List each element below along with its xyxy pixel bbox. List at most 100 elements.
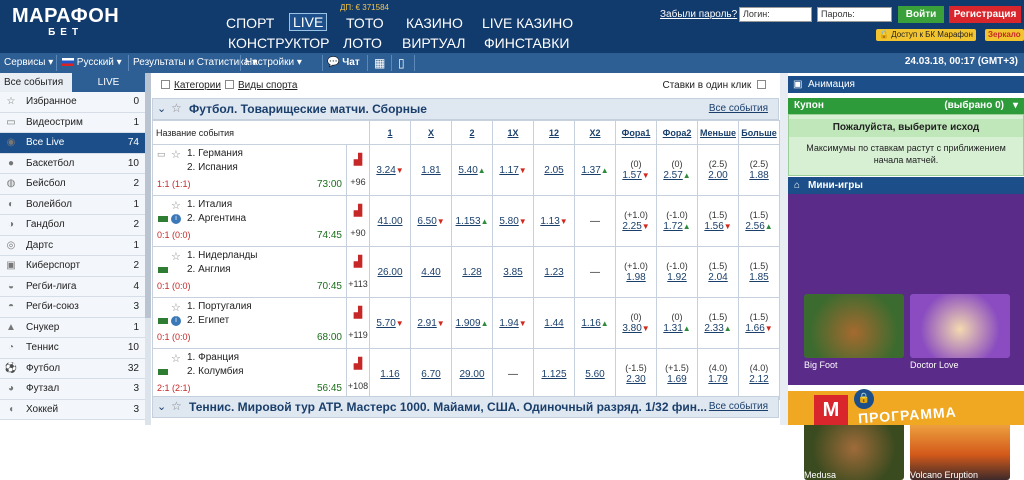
odds-cell[interactable]: (0) 3.80▼ [615, 297, 658, 349]
odds-cell[interactable]: 1.125 [533, 348, 576, 400]
star-icon[interactable]: ☆ [171, 250, 181, 263]
tab-live[interactable]: LIVE [72, 73, 145, 92]
col-handicap2[interactable]: Фора2 [656, 120, 699, 145]
odds-value[interactable]: 2.91 [417, 318, 436, 329]
sidebar-item[interactable]: ◉ Все Live 74 [0, 133, 145, 154]
odds-value[interactable]: 1.16 [581, 318, 600, 329]
odds-cell[interactable]: (2.5) 1.88 [738, 144, 781, 196]
odds-cell[interactable]: 3.85 [492, 246, 535, 298]
odds-cell[interactable]: 4.40 [410, 246, 453, 298]
odds-cell[interactable]: 5.60 [574, 348, 617, 400]
more-markets[interactable]: +96 [350, 177, 365, 187]
settings-menu[interactable]: Настройки ▾ [245, 56, 302, 70]
nav-live-casino[interactable]: LIVE КАЗИНО [482, 15, 573, 31]
odds-value[interactable]: 2.05 [544, 165, 563, 176]
odds-value[interactable]: 1.37 [581, 165, 600, 176]
sidebar-item[interactable]: ◎ Дартс 1 [0, 235, 145, 256]
sidebar-item[interactable]: ● Баскетбол 10 [0, 153, 145, 174]
team-home[interactable]: 1. Германия [187, 148, 243, 159]
odds-cell[interactable]: (-1.5) 2.30 [615, 348, 658, 400]
sidebar-item[interactable]: ◍ Бейсбол 2 [0, 174, 145, 195]
odds-value[interactable]: 1.57 [622, 170, 641, 181]
odds-cell[interactable]: 6.50▼ [410, 195, 453, 247]
sidebar-item[interactable]: ◐ Волейбол 1 [0, 194, 145, 215]
odds-cell[interactable]: (1.5) 2.33▲ [697, 297, 740, 349]
odds-cell[interactable]: 1.16 [369, 348, 412, 400]
odds-value[interactable]: 4.40 [421, 267, 440, 278]
odds-cell[interactable]: (1.5) 2.56▲ [738, 195, 781, 247]
odds-value[interactable]: 6.50 [417, 216, 436, 227]
nav-virtual[interactable]: ВИРТУАЛ [402, 35, 465, 51]
odds-value[interactable]: 5.70 [376, 318, 395, 329]
odds-cell[interactable]: 2.05 [533, 144, 576, 196]
nav-live[interactable]: LIVE [289, 13, 328, 31]
odds-cell[interactable]: 1.13▼ [533, 195, 576, 247]
stats-cell[interactable]: ▟ +96 [345, 144, 371, 196]
login-button[interactable]: Войти [898, 6, 944, 23]
info-icon[interactable]: i [171, 214, 181, 224]
odds-value[interactable]: 2.57 [663, 170, 682, 181]
odds-value[interactable]: 5.80 [499, 216, 518, 227]
odds-value[interactable]: 1.88 [749, 170, 768, 181]
more-markets[interactable]: +113 [348, 279, 368, 289]
nav-constructor[interactable]: КОНСТРУКТОР [228, 35, 329, 51]
login-input[interactable]: Логин: [739, 7, 812, 22]
results-menu[interactable]: Результаты и Статистика ▾ [133, 56, 257, 70]
services-menu[interactable]: Сервисы ▾ [4, 56, 53, 70]
odds-value[interactable]: 1.125 [542, 369, 567, 380]
odds-value[interactable]: 2.56 [745, 221, 764, 232]
mini-games-header[interactable]: ⌂ Мини-игры [788, 177, 1024, 194]
odds-value[interactable]: 1.56 [704, 221, 723, 232]
odds-value[interactable]: 1.153 [456, 216, 481, 227]
coupon-header[interactable]: Купон (выбрано 0) ▾ [788, 98, 1024, 114]
odds-value[interactable]: 1.81 [421, 165, 440, 176]
sidebar-item[interactable]: ▭ Видеострим 1 [0, 112, 145, 133]
access-badge[interactable]: 🔒 Доступ к БК Марафон [876, 29, 976, 41]
stats-cell[interactable]: ▟ +108 [345, 348, 371, 400]
odds-cell[interactable]: 3.24▼ [369, 144, 412, 196]
odds-value[interactable]: 5.60 [585, 369, 604, 380]
password-input[interactable]: Пароль: [817, 7, 892, 22]
team-home[interactable]: 1. Нидерланды [187, 250, 257, 261]
stats-icon[interactable]: ▟ [354, 358, 362, 370]
odds-value[interactable]: 2.25 [622, 221, 641, 232]
col-2[interactable]: 2 [451, 120, 494, 145]
odds-cell[interactable]: (1.5) 1.56▼ [697, 195, 740, 247]
logo[interactable]: МАРАФОН БЕТ [12, 5, 119, 39]
tab-all-events[interactable]: Все события [0, 73, 72, 92]
stats-cell[interactable]: ▟ +90 [345, 195, 371, 247]
odds-value[interactable]: 3.85 [503, 267, 522, 278]
main-scrollbar[interactable] [780, 73, 788, 425]
odds-cell[interactable]: (0) 2.57▲ [656, 144, 699, 196]
odds-cell[interactable]: 5.70▼ [369, 297, 412, 349]
sidebar-item[interactable]: ◔ Теннис 10 [0, 338, 145, 359]
checkbox[interactable] [757, 80, 766, 89]
odds-value[interactable]: 41.00 [378, 216, 403, 227]
odds-value[interactable]: 2.33 [704, 323, 723, 334]
register-button[interactable]: Регистрация [949, 6, 1021, 23]
odds-value[interactable]: 1.13 [540, 216, 559, 227]
odds-value[interactable]: 26.00 [378, 267, 403, 278]
info-icon[interactable]: i [171, 316, 181, 326]
odds-value[interactable]: 1.909 [456, 318, 481, 329]
odds-cell[interactable]: 1.94▼ [492, 297, 535, 349]
col-under[interactable]: Меньше [697, 120, 740, 145]
checkbox[interactable] [225, 80, 234, 89]
odds-cell[interactable]: (4.0) 2.12 [738, 348, 781, 400]
odds-cell[interactable]: 1.44 [533, 297, 576, 349]
odds-value[interactable]: 1.44 [544, 318, 563, 329]
mobile-icon[interactable]: ▯ [398, 56, 405, 70]
star-icon[interactable]: ☆ [171, 301, 181, 314]
odds-value[interactable]: 1.94 [499, 318, 518, 329]
col-1[interactable]: 1 [369, 120, 412, 145]
stats-icon[interactable]: ▟ [354, 154, 362, 166]
game-big-foot[interactable] [804, 294, 904, 358]
sidebar-item[interactable]: ◓ Регби-союз 3 [0, 297, 145, 318]
star-icon[interactable]: ☆ [171, 148, 181, 161]
col-1x[interactable]: 1X [492, 120, 535, 145]
team-away[interactable]: 2. Колумбия [187, 366, 244, 377]
odds-cell[interactable]: 1.81 [410, 144, 453, 196]
odds-cell[interactable]: (+1.0) 1.98 [615, 246, 658, 298]
language-menu[interactable]: Русский ▾ [62, 56, 122, 70]
odds-value[interactable]: 2.04 [708, 272, 727, 283]
